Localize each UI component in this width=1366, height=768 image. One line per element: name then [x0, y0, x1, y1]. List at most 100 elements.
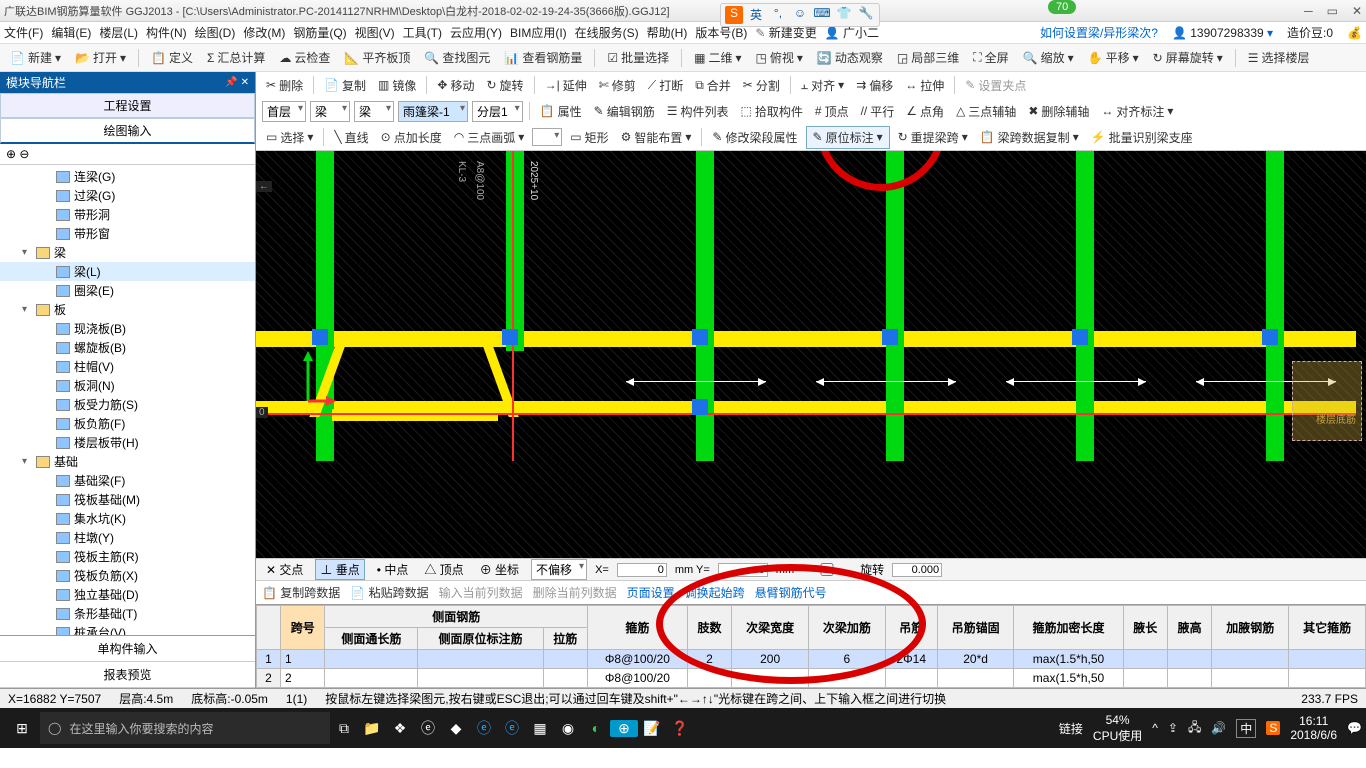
snap-intersect[interactable]: ✕ 交点: [262, 560, 307, 579]
viewrebar-button[interactable]: 📊 查看钢筋量: [500, 47, 586, 68]
batchselect-button[interactable]: ☑ 批量选择: [603, 47, 673, 68]
pin-icon[interactable]: 📌 ✕: [225, 77, 249, 88]
tree-node[interactable]: 基础梁(F): [0, 471, 255, 490]
member-combo[interactable]: 雨篷梁-1: [398, 101, 468, 122]
note-icon[interactable]: 📝: [638, 720, 666, 737]
col-haunchl[interactable]: 腋长: [1123, 606, 1167, 650]
menu-help[interactable]: 帮助(H): [647, 24, 688, 41]
tray-cpu[interactable]: 54% CPU使用: [1093, 713, 1142, 744]
col-haunchh[interactable]: 腋高: [1167, 606, 1211, 650]
trim-button[interactable]: ✄ 修剪: [595, 75, 640, 96]
rotate-checkbox[interactable]: [802, 563, 852, 576]
menu-floor[interactable]: 楼层(L): [99, 24, 138, 41]
tree-node[interactable]: 过梁(G): [0, 186, 255, 205]
tray-clock[interactable]: 16:112018/6/6: [1290, 714, 1337, 742]
col-siderebar[interactable]: 侧面钢筋: [325, 606, 588, 628]
mirror-button[interactable]: ▥ 镜像: [374, 75, 420, 96]
col-denselen[interactable]: 箍筋加密长度: [1014, 606, 1123, 650]
edge-icon[interactable]: ⓔ: [470, 718, 498, 738]
copy-span-data[interactable]: 📋 复制跨数据: [262, 584, 340, 601]
aligntop-button[interactable]: 📐 平齐板顶: [340, 47, 414, 68]
tree-node[interactable]: 带形洞: [0, 205, 255, 224]
vertex-button[interactable]: # 顶点: [811, 101, 853, 122]
tree-node[interactable]: 柱帽(V): [0, 357, 255, 376]
taskview-icon[interactable]: ⧉: [330, 720, 358, 737]
col-sidefull[interactable]: 侧面通长筋: [325, 628, 418, 650]
tree-node[interactable]: 梁(L): [0, 262, 255, 281]
move-button[interactable]: ✥ 移动: [433, 75, 478, 96]
close-button[interactable]: ✕: [1352, 4, 1362, 18]
offset-combo[interactable]: 不偏移: [531, 559, 587, 580]
expand-all-icon[interactable]: ⊕: [6, 147, 16, 161]
help-link[interactable]: 如何设置梁/异形梁次?: [1040, 24, 1158, 41]
col-hanger[interactable]: 吊筋: [885, 606, 937, 650]
ime-skin-icon[interactable]: 👕: [835, 6, 853, 24]
floor-combo[interactable]: 首层: [262, 101, 306, 122]
menu-file[interactable]: 文件(F): [4, 24, 43, 41]
cloudcheck-button[interactable]: ☁ 云检查: [275, 47, 334, 68]
category-combo[interactable]: 梁: [310, 101, 350, 122]
tree-node[interactable]: 螺旋板(B): [0, 338, 255, 357]
tree-node[interactable]: 连梁(G): [0, 167, 255, 186]
extend-button[interactable]: →| 延伸: [541, 75, 591, 96]
menu-edit[interactable]: 编辑(E): [51, 24, 91, 41]
pan-button[interactable]: ✋ 平移 ▾: [1084, 47, 1143, 68]
tab-draw-input[interactable]: 绘图输入: [0, 118, 255, 144]
tray-vol-icon[interactable]: 🔊: [1211, 721, 1226, 735]
folder-icon[interactable]: 📁: [358, 720, 386, 737]
col-otherstirrup[interactable]: 其它箍筋: [1289, 606, 1366, 650]
tree-node[interactable]: 条形基础(T): [0, 604, 255, 623]
topview-button[interactable]: ◳ 俯视 ▾: [752, 47, 807, 68]
rerecognize-button[interactable]: ↻ 重提梁跨 ▾: [894, 127, 972, 148]
snap-vertex[interactable]: △ 顶点: [420, 560, 467, 579]
report-preview[interactable]: 报表预览: [0, 662, 255, 688]
app6-icon[interactable]: ❓: [666, 720, 694, 737]
tree-node[interactable]: 板负筋(F): [0, 414, 255, 433]
col-tie[interactable]: 拉筋: [543, 628, 587, 650]
swap-start-span[interactable]: 调换起始跨: [685, 584, 745, 601]
tray-net-icon[interactable]: 🖧: [1188, 718, 1201, 739]
snap-mid[interactable]: • 中点: [373, 560, 413, 579]
tree-node[interactable]: 板受力筋(S): [0, 395, 255, 414]
line-button[interactable]: ╲ 直线: [330, 127, 372, 148]
tree-node[interactable]: 集水坑(K): [0, 509, 255, 528]
tree-node[interactable]: ▾基础: [0, 452, 255, 471]
col-hangeranchor[interactable]: 吊筋锚固: [937, 606, 1014, 650]
tray-usb-icon[interactable]: ⇪: [1168, 721, 1178, 735]
col-legs[interactable]: 肢数: [687, 606, 731, 650]
taskbar-search[interactable]: ◯ 在这里输入你要搜索的内容: [40, 712, 330, 744]
browser-icon[interactable]: ⓔ: [414, 718, 442, 738]
tab-project-settings[interactable]: 工程设置: [0, 93, 255, 118]
menu-view[interactable]: 视图(V): [355, 24, 395, 41]
selectfloor-button[interactable]: ☰ 选择楼层: [1244, 47, 1314, 68]
inplace-dim-button[interactable]: ✎ 原位标注 ▾: [806, 126, 890, 149]
tree-node[interactable]: ▾板: [0, 300, 255, 319]
col-secbar[interactable]: 次梁加筋: [808, 606, 885, 650]
menu-cloud[interactable]: 云应用(Y): [450, 24, 502, 41]
menu-rebar[interactable]: 钢筋量(Q): [293, 24, 346, 41]
app-icon[interactable]: ❖: [386, 720, 414, 737]
tray-ime-frame[interactable]: 中: [1236, 719, 1256, 738]
tree-node[interactable]: 柱墩(Y): [0, 528, 255, 547]
new-button[interactable]: 📄 新建 ▾: [6, 47, 65, 68]
aligndim-button[interactable]: ↔ 对齐标注 ▾: [1097, 101, 1177, 122]
view2d-button[interactable]: ▦ 二维 ▾: [690, 47, 745, 68]
batchrecognize-button[interactable]: ⚡ 批量识别梁支座: [1087, 127, 1197, 148]
define-button[interactable]: 📋 定义: [147, 47, 197, 68]
span-data-grid[interactable]: 跨号 侧面钢筋 箍筋 肢数 次梁宽度 次梁加筋 吊筋 吊筋锚固 箍筋加密长度 腋…: [256, 604, 1366, 688]
local3d-button[interactable]: ◲ 局部三维: [893, 47, 963, 68]
screenrotate-button[interactable]: ↻ 屏幕旋转 ▾: [1149, 47, 1227, 68]
orbit-button[interactable]: 🔄 动态观察: [813, 47, 887, 68]
rotate-input[interactable]: [892, 563, 942, 577]
copyspan-button[interactable]: 📋 梁跨数据复制 ▾: [976, 127, 1083, 148]
y-input[interactable]: [718, 563, 768, 577]
type-combo[interactable]: 梁: [354, 101, 394, 122]
tree-node[interactable]: 桩承台(V): [0, 623, 255, 635]
delete-button[interactable]: ✂ 删除: [262, 75, 307, 96]
rect-button[interactable]: ▭ 矩形: [566, 127, 612, 148]
offset-button[interactable]: ⇉ 偏移: [852, 75, 897, 96]
single-member-input[interactable]: 单构件输入: [0, 636, 255, 662]
ime-lang-icon[interactable]: 英: [747, 6, 765, 24]
pick-button[interactable]: ⬚ 拾取构件: [737, 101, 807, 122]
ime-face-icon[interactable]: ☺: [791, 6, 809, 24]
